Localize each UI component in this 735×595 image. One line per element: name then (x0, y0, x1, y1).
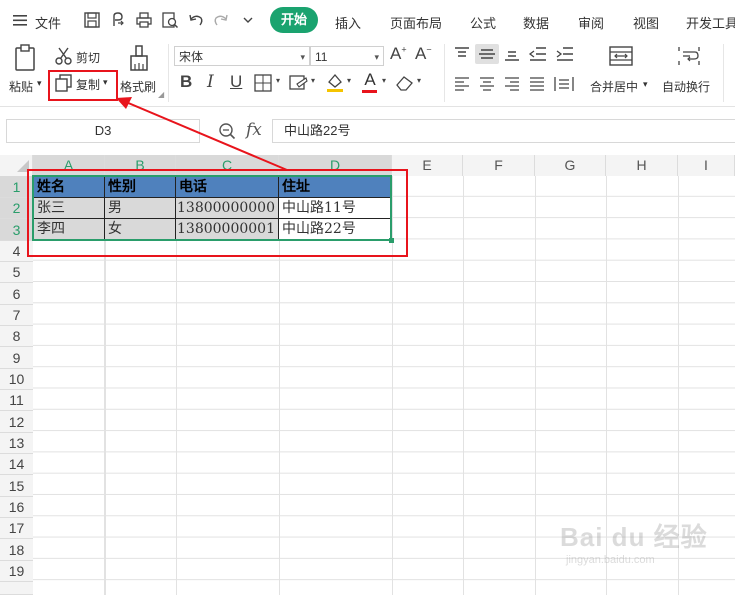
annotation-arrow (116, 97, 288, 171)
